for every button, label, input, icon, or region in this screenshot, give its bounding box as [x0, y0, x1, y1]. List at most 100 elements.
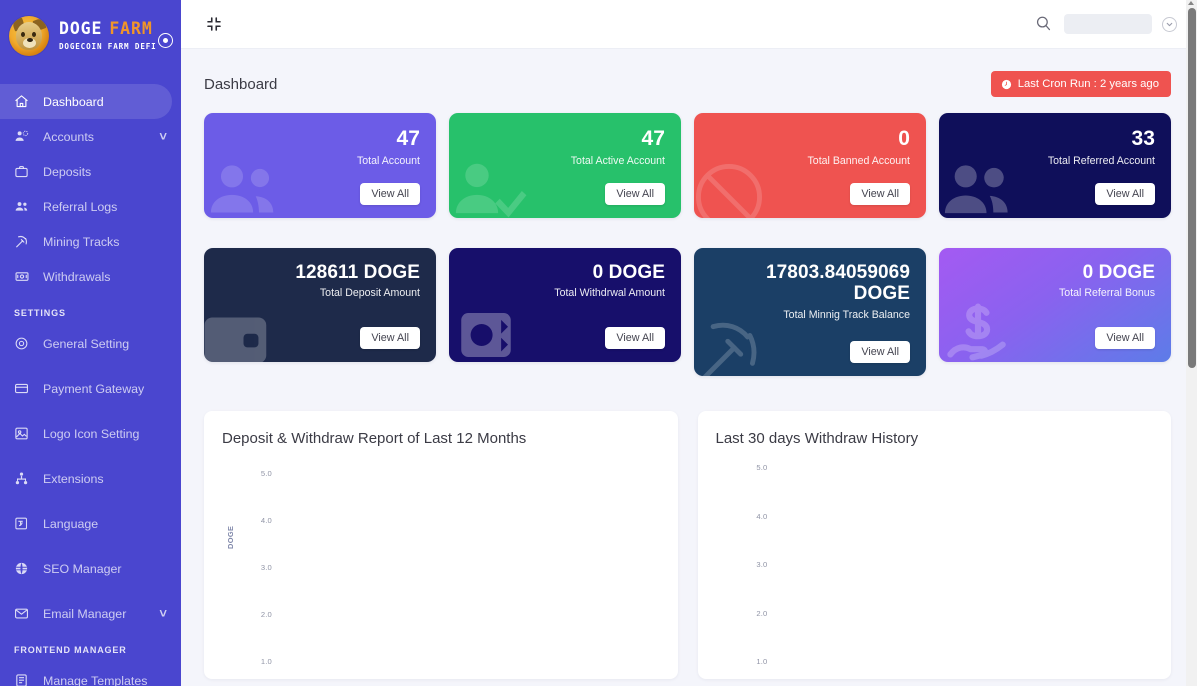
dashboard-scroll-area: Dashboard Last Cron Run : 2 years ago 47… — [181, 49, 1197, 686]
sidebar-item-label: Referral Logs — [43, 199, 118, 214]
compress-arrows-icon[interactable] — [205, 15, 223, 33]
sidebar-item-label: Email Manager — [43, 606, 127, 621]
search-icon[interactable] — [1034, 14, 1054, 34]
sidebar-item-label: Withdrawals — [43, 269, 111, 284]
sidebar-section-settings: SETTINGS — [14, 308, 66, 318]
y-axis-tick: 1.0 — [260, 657, 272, 666]
stat-card-total-referral-bonus: 0 DOGE Total Referral Bonus View All — [939, 248, 1171, 362]
sidebar: DOGE FARM DOGECOIN FARM DEFI Dashboard A… — [0, 0, 181, 686]
sitemap-icon — [14, 471, 34, 486]
sidebar-item-general-setting[interactable]: General Setting — [0, 326, 181, 361]
sidebar-item-extensions[interactable]: Extensions — [0, 461, 181, 496]
vertical-scrollbar[interactable] — [1186, 0, 1197, 686]
chart-plot-area: 5.0 4.0 3.0 2.0 1.0 — [716, 461, 1152, 666]
sidebar-item-manage-templates[interactable]: Manage Templates — [0, 663, 181, 686]
sidebar-item-language[interactable]: Language — [0, 506, 181, 541]
scroll-up-arrow-icon[interactable] — [1188, 1, 1194, 5]
brand-title-doge: DOGE — [59, 19, 103, 39]
sidebar-item-referral-logs[interactable]: Referral Logs — [0, 189, 181, 224]
sidebar-item-deposits[interactable]: Deposits — [0, 154, 181, 189]
sidebar-item-label: Manage Templates — [43, 673, 148, 686]
stat-card-value: 33 — [1131, 127, 1155, 150]
stat-card-value: 0 DOGE — [592, 262, 665, 283]
stat-card-total-deposit-amount: 128611 DOGE Total Deposit Amount View Al… — [204, 248, 436, 362]
language-icon — [14, 516, 34, 531]
chart-title: Last 30 days Withdraw History — [715, 430, 919, 447]
topbar — [181, 0, 1197, 49]
sidebar-item-label: Deposits — [43, 164, 92, 179]
page-title: Dashboard — [204, 75, 278, 93]
users-icon — [206, 152, 284, 218]
stat-card-value: 128611 DOGE — [295, 262, 420, 283]
sidebar-item-email-manager[interactable]: Email Manager ˅ — [0, 596, 181, 631]
chevron-down-icon[interactable]: ˅ — [159, 606, 167, 621]
user-name-placeholder[interactable] — [1064, 14, 1152, 34]
users-gear-icon — [14, 129, 34, 144]
pickaxe-icon — [694, 312, 770, 376]
chevron-down-icon[interactable]: ˅ — [159, 129, 167, 144]
view-all-button[interactable]: View All — [605, 327, 665, 349]
sidebar-section-frontend-manager: FRONTEND MANAGER — [14, 645, 127, 655]
brand-subtitle: DOGECOIN FARM DEFI — [59, 41, 157, 51]
radio-dot-icon[interactable] — [158, 33, 173, 48]
stat-card-label: Total Referred Account — [1047, 154, 1155, 167]
sidebar-item-accounts[interactable]: Accounts ˅ — [0, 119, 181, 154]
chart-card-last-30-days-withdraw-history: Last 30 days Withdraw History 5.0 4.0 3.… — [697, 411, 1171, 679]
view-all-button[interactable]: View All — [360, 183, 420, 205]
sidebar-item-dashboard[interactable]: Dashboard — [0, 84, 172, 119]
chevron-down-circle-icon[interactable] — [1162, 16, 1177, 32]
view-all-button[interactable]: View All — [850, 183, 910, 205]
brand-header[interactable]: DOGE FARM DOGECOIN FARM DEFI — [0, 0, 181, 72]
sidebar-item-label: General Setting — [43, 336, 130, 351]
stat-card-total-active-account: 47 Total Active Account View All — [449, 113, 681, 218]
y-axis-tick: 4.0 — [260, 516, 272, 525]
money-bag-icon — [453, 302, 519, 362]
sidebar-item-seo-manager[interactable]: SEO Manager — [0, 551, 181, 586]
y-axis-tick: 2.0 — [756, 608, 768, 618]
chart-y-axis: 5.0 4.0 3.0 2.0 1.0 — [744, 463, 768, 666]
charts-section: Deposit & Withdraw Report of Last 12 Mon… — [181, 376, 1197, 679]
stat-cards-row-2: 128611 DOGE Total Deposit Amount View Al… — [181, 232, 1197, 376]
sidebar-item-payment-gateway[interactable]: Payment Gateway — [0, 371, 181, 406]
template-icon — [14, 673, 34, 686]
sidebar-item-withdrawals[interactable]: Withdrawals — [0, 259, 181, 294]
brand-text: DOGE FARM DOGECOIN FARM DEFI — [59, 21, 157, 50]
hand-dollar-icon — [939, 292, 1017, 362]
y-axis-tick: 3.0 — [756, 560, 768, 569]
view-all-button[interactable]: View All — [1095, 327, 1155, 349]
envelope-icon — [14, 606, 34, 621]
sidebar-item-label: SEO Manager — [43, 561, 122, 576]
view-all-button[interactable]: View All — [605, 183, 665, 205]
stat-card-label: Total Referral Bonus — [1059, 287, 1155, 300]
sidebar-item-label: Logo Icon Setting — [43, 426, 140, 441]
y-axis-tick: 5.0 — [756, 463, 768, 472]
brand-title: DOGE FARM — [59, 21, 157, 38]
stat-card-total-banned-account: 0 Total Banned Account View All — [694, 113, 926, 218]
gear-circle-icon — [14, 336, 34, 351]
stat-cards-row-1: 47 Total Account View All 47 Total Activ… — [181, 97, 1197, 218]
view-all-button[interactable]: View All — [360, 327, 420, 349]
chart-y-axis: 5.0 4.0 3.0 2.0 1.0 — [248, 469, 272, 666]
status-badge-last-cron-run[interactable]: Last Cron Run : 2 years ago — [990, 71, 1171, 97]
sidebar-item-mining-tracks[interactable]: Mining Tracks — [0, 224, 181, 259]
brand-title-farm: FARM — [109, 19, 153, 39]
page-head: Dashboard Last Cron Run : 2 years ago — [181, 49, 1197, 97]
sidebar-item-logo-icon-setting[interactable]: Logo Icon Setting — [0, 416, 181, 451]
wallet-icon — [204, 298, 276, 362]
users-icon — [14, 199, 34, 214]
sidebar-item-label: Payment Gateway — [43, 381, 145, 396]
main-content: Dashboard Last Cron Run : 2 years ago 47… — [181, 0, 1197, 686]
view-all-button[interactable]: View All — [1095, 183, 1155, 205]
y-axis-tick: 3.0 — [260, 563, 272, 572]
stat-card-label: Total Deposit Amount — [319, 287, 420, 300]
chart-title: Deposit & Withdraw Report of Last 12 Mon… — [222, 430, 527, 447]
stat-card-value: 0 — [898, 127, 910, 150]
view-all-button[interactable]: View All — [850, 341, 910, 363]
sidebar-item-label: Extensions — [43, 471, 104, 486]
y-axis-tick: 5.0 — [260, 469, 272, 478]
stat-card-total-referred-account: 33 Total Referred Account View All — [939, 113, 1171, 218]
stat-card-label: Total Active Account — [570, 154, 665, 167]
stat-card-value: 47 — [641, 127, 665, 150]
scrollbar-thumb[interactable] — [1187, 8, 1196, 368]
image-icon — [14, 426, 34, 441]
